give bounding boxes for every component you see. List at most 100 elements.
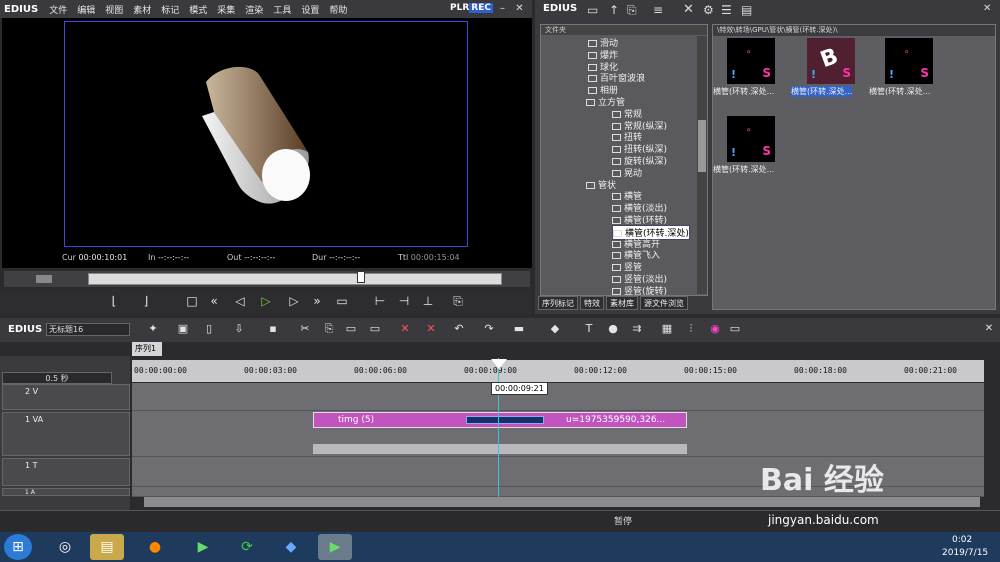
- tree-item[interactable]: 晃动: [612, 166, 642, 179]
- view-icon[interactable]: ▤: [741, 3, 752, 17]
- rewind-icon[interactable]: «: [206, 293, 222, 309]
- add-marker-icon[interactable]: ▬: [512, 322, 526, 336]
- shuttle-handle[interactable]: [36, 275, 52, 283]
- set-in-icon[interactable]: ⌊: [106, 293, 122, 309]
- file-explorer-icon[interactable]: ▤: [90, 534, 124, 560]
- set-out-icon[interactable]: ⌋: [138, 293, 154, 309]
- tab-sequence-marker[interactable]: 序列标记: [538, 296, 578, 310]
- edius-active-icon[interactable]: ▶: [318, 534, 352, 560]
- effect-thumb-4[interactable]: ⚬! S: [727, 116, 775, 162]
- save-icon[interactable]: ▪: [266, 322, 280, 336]
- update-icon[interactable]: ⟳: [230, 534, 264, 560]
- play-icon[interactable]: ▷: [258, 293, 274, 309]
- match-frame-icon[interactable]: ⊥: [420, 293, 436, 309]
- menu-clip[interactable]: 素材: [128, 3, 156, 16]
- track-1a-header[interactable]: 1 A: [2, 488, 130, 496]
- effect-icon[interactable]: ⚙: [703, 3, 714, 17]
- prev-frame-icon[interactable]: ◁: [232, 293, 248, 309]
- dur-label: Dur: [312, 253, 327, 262]
- menu-help[interactable]: 帮助: [324, 3, 352, 16]
- delete-icon[interactable]: ✕: [683, 2, 694, 17]
- timescale-dropdown[interactable]: 0.5 秒: [2, 372, 112, 384]
- cut-icon[interactable]: ✂: [298, 322, 312, 336]
- menu-edit[interactable]: 编辑: [72, 3, 100, 16]
- sequence-tab[interactable]: 序列1: [132, 342, 162, 356]
- track-2v-lane[interactable]: [132, 383, 984, 411]
- panel-close-icon[interactable]: ✕: [983, 3, 991, 14]
- add-transition-icon[interactable]: ◆: [548, 322, 562, 336]
- timeline-logo: EDIUS: [8, 324, 43, 335]
- layout-icon[interactable]: ▭: [728, 322, 742, 336]
- up-icon[interactable]: ↑: [609, 3, 619, 17]
- import-icon[interactable]: ⇩: [232, 322, 246, 336]
- position-handle[interactable]: [357, 271, 365, 283]
- stack-icon[interactable]: ≡: [653, 3, 663, 17]
- minimize-icon[interactable]: –: [497, 3, 508, 14]
- position-slider[interactable]: [88, 273, 502, 285]
- paste-icon[interactable]: ⎘: [322, 322, 336, 336]
- transition-marker[interactable]: [466, 416, 544, 424]
- undo-icon[interactable]: ↶: [452, 322, 466, 336]
- replace-icon[interactable]: ▭: [344, 322, 358, 336]
- effect-icon: [612, 110, 621, 118]
- media-player-icon[interactable]: ◎: [48, 534, 82, 560]
- record-icon[interactable]: ◉: [708, 322, 722, 336]
- track-2v-header[interactable]: 2 V: [2, 384, 130, 410]
- export-file-icon[interactable]: ⇉: [630, 322, 644, 336]
- loop-icon[interactable]: ▭: [334, 293, 350, 309]
- overwrite-icon[interactable]: ⊣: [396, 293, 412, 309]
- edius-launcher-icon[interactable]: ▶: [186, 534, 220, 560]
- link-icon[interactable]: ▭: [368, 322, 382, 336]
- title-icon[interactable]: T: [582, 322, 596, 336]
- next-frame-icon[interactable]: ▷: [286, 293, 302, 309]
- menu-file[interactable]: 文件: [44, 3, 72, 16]
- tab-bin[interactable]: 素材库: [606, 296, 638, 310]
- menu-render[interactable]: 渲染: [240, 3, 268, 16]
- mixer-icon[interactable]: ⫶: [684, 322, 698, 336]
- insert-icon[interactable]: ⊢: [372, 293, 388, 309]
- effect-thumb-2[interactable]: B! S: [807, 38, 855, 84]
- tab-effects[interactable]: 特效: [580, 296, 604, 310]
- firefox-icon[interactable]: ●: [138, 534, 172, 560]
- timeline-close-icon[interactable]: ✕: [982, 322, 996, 336]
- menu-tools[interactable]: 工具: [268, 3, 296, 16]
- tree-scroll-thumb[interactable]: [698, 120, 706, 172]
- playhead-handle[interactable]: [491, 359, 507, 369]
- ruler-label: 00:00:12:00: [574, 366, 627, 375]
- new-file-icon[interactable]: ▯: [202, 322, 216, 336]
- capture-icon[interactable]: ▣: [176, 322, 190, 336]
- voiceover-icon[interactable]: ●: [606, 322, 620, 336]
- effects-toolbar: EDIUS ▭ ↑ ⎘ ≡ ✕ ⚙ ☰ ▤ ✕: [535, 0, 1000, 20]
- folder-icon[interactable]: ▭: [587, 3, 598, 17]
- app-icon[interactable]: ◆: [274, 534, 308, 560]
- menu-view[interactable]: 视图: [100, 3, 128, 16]
- delete-clip-icon[interactable]: ✕: [424, 322, 438, 336]
- effect-thumb-1[interactable]: ⚬! S: [727, 38, 775, 84]
- fast-forward-icon[interactable]: »: [309, 293, 325, 309]
- stop-icon[interactable]: □: [184, 293, 200, 309]
- watermark-url: jingyan.baidu.com: [768, 513, 879, 527]
- track-1va-header[interactable]: 1 VA: [2, 412, 130, 456]
- bin-path: \特效\转场\GPU\管状\横管(环转.深处)\: [713, 25, 995, 36]
- menu-mode[interactable]: 模式: [184, 3, 212, 16]
- audio-clip[interactable]: [313, 444, 687, 454]
- redo-icon[interactable]: ↷: [482, 322, 496, 336]
- new-sequence-icon[interactable]: ✦: [146, 322, 160, 336]
- track-1t-header[interactable]: 1 T: [2, 458, 130, 486]
- tree-item[interactable]: 竖管(旋转): [612, 284, 667, 297]
- list-icon[interactable]: ☰: [721, 3, 732, 17]
- project-name[interactable]: 无标题16: [46, 323, 130, 336]
- grid-icon[interactable]: ▦: [660, 322, 674, 336]
- ttl-timecode: Ttl 00:00:15:04: [398, 253, 460, 262]
- ripple-delete-icon[interactable]: ✕: [398, 322, 412, 336]
- start-button-icon[interactable]: ⊞: [4, 534, 32, 560]
- menu-marker[interactable]: 标记: [156, 3, 184, 16]
- menu-capture[interactable]: 采集: [212, 3, 240, 16]
- tab-source-browser[interactable]: 源文件浏览: [640, 296, 688, 310]
- export-icon[interactable]: ⎘: [450, 293, 466, 309]
- plr-rec-toggle[interactable]: PLR REC: [450, 3, 493, 13]
- effect-thumb-3[interactable]: ⚬! S: [885, 38, 933, 84]
- menu-settings[interactable]: 设置: [296, 3, 324, 16]
- close-icon[interactable]: ✕: [514, 3, 525, 14]
- copy-icon[interactable]: ⎘: [627, 3, 637, 18]
